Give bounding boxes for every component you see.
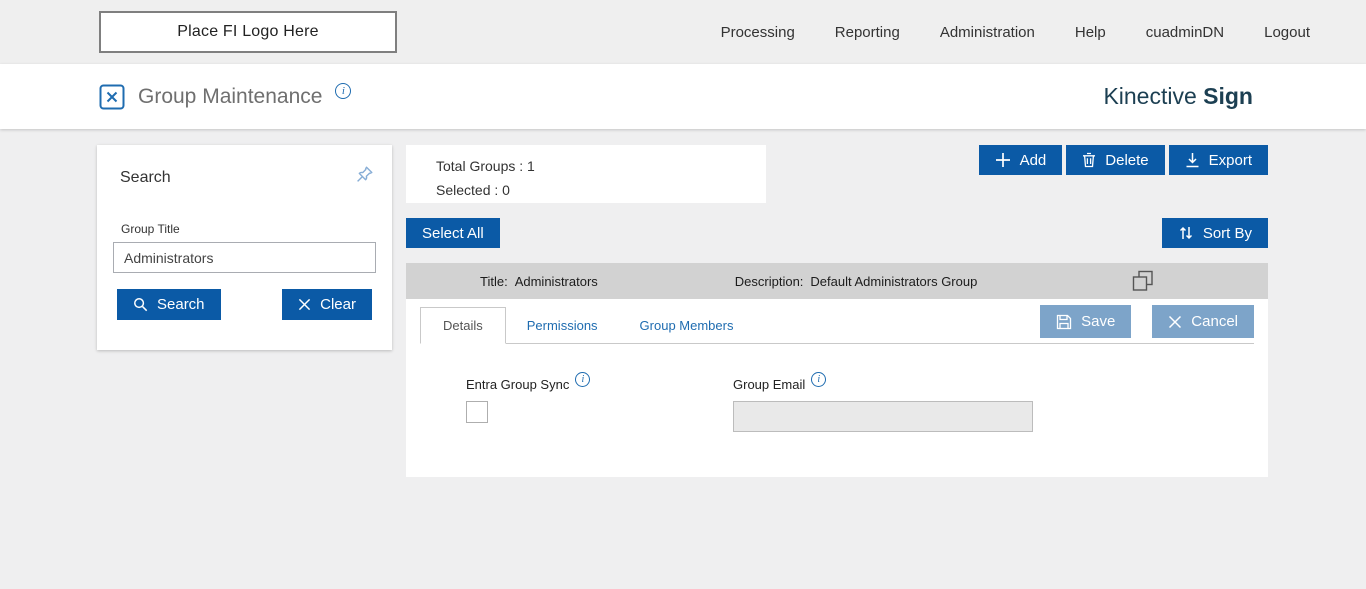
save-button-label: Save [1081, 313, 1116, 330]
group-title-input[interactable] [113, 242, 376, 273]
select-all-button[interactable]: Select All [406, 218, 500, 248]
entra-group-sync-checkbox[interactable] [466, 401, 488, 423]
nav-item-administration[interactable]: Administration [940, 24, 1035, 41]
group-actions: Add Delete Export [978, 145, 1268, 175]
group-email-input[interactable] [733, 401, 1033, 432]
plus-icon [995, 152, 1011, 168]
search-button-row: Search Clear [117, 289, 372, 320]
delete-button[interactable]: Delete [1066, 145, 1165, 175]
entra-group-sync-field: Entra Group Sync i [466, 372, 733, 432]
selected-label: Selected : [436, 182, 499, 198]
nav-item-logout[interactable]: Logout [1264, 24, 1310, 41]
brand-name-regular: Kinective [1103, 83, 1204, 109]
group-email-label-row: Group Email i [733, 372, 1033, 392]
nav-item-processing[interactable]: Processing [721, 24, 795, 41]
group-maintenance-app-icon [99, 84, 125, 110]
magnifier-icon [133, 297, 148, 312]
group-email-field: Group Email i [733, 372, 1033, 432]
search-panel-title: Search [120, 169, 171, 186]
results-area: Total Groups : 1 Selected : 0 Add Delete… [406, 145, 1268, 477]
page-header-left: Group Maintenance i [99, 82, 352, 110]
top-navigation: Processing Reporting Administration Help… [721, 24, 1310, 41]
group-description-label: Description: [734, 273, 804, 289]
x-icon [1168, 315, 1182, 329]
cancel-button-label: Cancel [1191, 313, 1238, 330]
tab-details[interactable]: Details [420, 307, 506, 344]
export-button[interactable]: Export [1168, 145, 1268, 175]
summary-box: Total Groups : 1 Selected : 0 [406, 145, 766, 203]
brand-name-bold: Sign [1203, 83, 1253, 109]
floppy-disk-icon [1056, 314, 1072, 330]
group-description-value: Default Administrators Group [810, 273, 978, 289]
page-title-info-icon[interactable]: i [335, 82, 352, 99]
clear-button[interactable]: Clear [282, 289, 372, 320]
delete-button-label: Delete [1105, 151, 1149, 169]
results-top-row: Total Groups : 1 Selected : 0 Add Delete… [406, 145, 1268, 203]
fi-logo-text: Place FI Logo Here [177, 23, 319, 40]
clear-button-label: Clear [320, 296, 356, 313]
pin-button[interactable] [353, 163, 376, 189]
group-detail-panel: Details Permissions Group Members Save C… [406, 299, 1268, 477]
x-icon [298, 298, 311, 311]
up-down-arrows-icon [1178, 225, 1194, 241]
group-email-info-icon[interactable]: i [811, 372, 827, 387]
entra-group-sync-label-row: Entra Group Sync i [466, 372, 733, 392]
select-all-button-label: Select All [422, 224, 484, 242]
group-row[interactable]: Title: Administrators Description: Defau… [406, 263, 1268, 299]
add-button-label: Add [1019, 151, 1047, 169]
search-button[interactable]: Search [117, 289, 221, 320]
search-panel-header: Search [113, 161, 376, 189]
total-groups-label: Total Groups : [436, 158, 524, 174]
group-title-field-label: Title: [480, 273, 508, 289]
sort-by-button[interactable]: Sort By [1161, 218, 1268, 248]
nav-item-user-cuadmindn[interactable]: cuadminDN [1146, 24, 1224, 41]
list-controls-row: Select All Sort By [406, 218, 1268, 248]
group-title-field-value: Administrators [514, 273, 598, 289]
total-groups-value: 1 [527, 158, 535, 174]
cancel-button[interactable]: Cancel [1152, 305, 1254, 338]
download-icon [1185, 152, 1200, 168]
selected-line: Selected : 0 [436, 178, 766, 202]
total-groups-line: Total Groups : 1 [436, 154, 766, 178]
detail-tabs: Details Permissions Group Members Save C… [420, 299, 1254, 344]
nav-item-reporting[interactable]: Reporting [835, 24, 900, 41]
add-button[interactable]: Add [978, 145, 1063, 175]
search-button-label: Search [157, 296, 205, 313]
export-button-label: Export [1208, 151, 1252, 169]
tab-group-members[interactable]: Group Members [619, 308, 755, 343]
entra-group-sync-label: Entra Group Sync [466, 377, 570, 392]
entra-group-sync-info-icon[interactable]: i [575, 372, 591, 387]
detail-actions: Save Cancel [1040, 305, 1254, 338]
top-bar: Place FI Logo Here Processing Reporting … [0, 0, 1366, 64]
copy-squares-icon [1132, 270, 1154, 292]
save-button[interactable]: Save [1040, 305, 1132, 338]
page-title: Group Maintenance [138, 84, 323, 108]
group-description-field: Description: Default Administrators Grou… [735, 274, 978, 289]
copy-group-button[interactable] [1132, 270, 1154, 292]
details-tab-content: Entra Group Sync i Group Email i [406, 344, 1268, 477]
push-pin-icon [355, 165, 374, 184]
search-panel: Search Group Title Search [97, 145, 392, 350]
brand-logo: Kinective Sign [1103, 83, 1253, 110]
trash-icon [1082, 152, 1096, 168]
nav-item-help[interactable]: Help [1075, 24, 1106, 41]
fi-logo-placeholder: Place FI Logo Here [99, 11, 397, 53]
selected-value: 0 [502, 182, 510, 198]
tab-permissions[interactable]: Permissions [506, 308, 619, 343]
page-header: Group Maintenance i Kinective Sign [0, 64, 1366, 129]
sort-by-button-label: Sort By [1202, 224, 1252, 242]
group-email-label: Group Email [733, 377, 806, 392]
group-title-label: Group Title [121, 222, 180, 236]
main-content: Search Group Title Search [0, 129, 1366, 477]
